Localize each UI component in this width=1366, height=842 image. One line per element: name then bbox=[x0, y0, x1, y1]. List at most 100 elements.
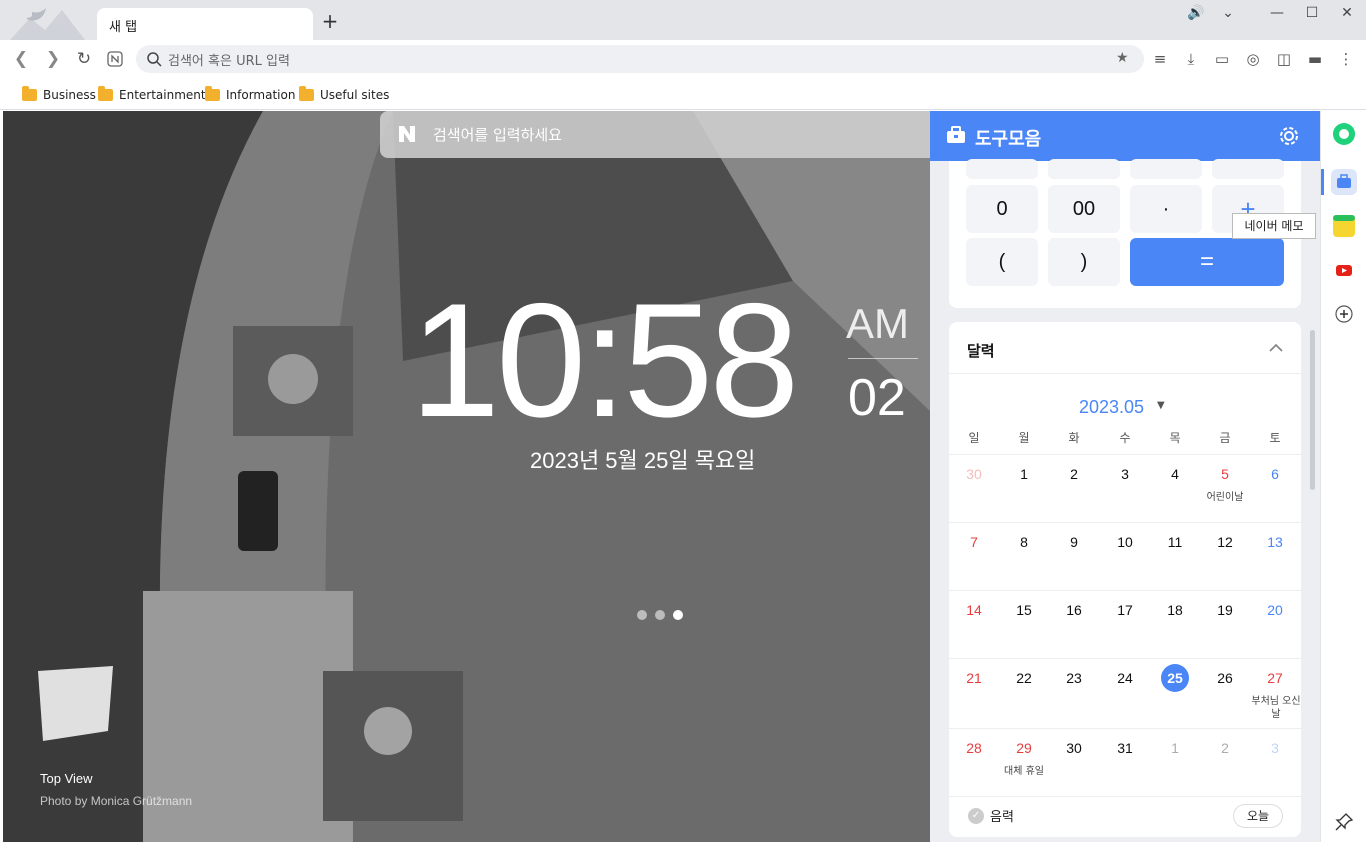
calendar-day[interactable]: 4 bbox=[1150, 466, 1200, 482]
calendar-day[interactable]: 1 bbox=[999, 466, 1049, 482]
calendar-day[interactable]: 12 bbox=[1200, 534, 1250, 550]
naver-home-icon[interactable] bbox=[104, 48, 126, 70]
calc-key[interactable] bbox=[1130, 159, 1202, 179]
back-icon[interactable]: ❮ bbox=[10, 48, 32, 70]
new-tab-button[interactable]: + bbox=[318, 10, 342, 34]
bookmark-folder[interactable]: Entertainment bbox=[98, 86, 206, 104]
calc-key-00[interactable]: 00 bbox=[1048, 185, 1120, 233]
video-icon[interactable]: ▭ bbox=[1213, 50, 1231, 68]
calc-key[interactable] bbox=[1212, 159, 1284, 179]
lunar-toggle[interactable]: ✓ 음력 bbox=[968, 806, 1014, 825]
calendar-day[interactable]: 24 bbox=[1100, 670, 1150, 686]
calendar-day[interactable]: 6 bbox=[1250, 466, 1300, 482]
sidebar-rail bbox=[1320, 111, 1366, 842]
calendar-day[interactable]: 13 bbox=[1250, 534, 1300, 550]
panel-scrollbar[interactable] bbox=[1310, 330, 1315, 490]
active-indicator bbox=[1321, 169, 1324, 195]
youtube-icon[interactable] bbox=[1331, 257, 1357, 283]
maximize-button[interactable]: ☐ bbox=[1298, 3, 1326, 23]
calendar-day[interactable]: 16 bbox=[1049, 602, 1099, 618]
bookmark-folder[interactable]: Information bbox=[205, 86, 295, 104]
bookmark-label: Entertainment bbox=[119, 88, 206, 102]
today-button[interactable]: 오늘 bbox=[1233, 804, 1283, 828]
calendar-day[interactable]: 3 bbox=[1100, 466, 1150, 482]
calendar-day[interactable]: 15 bbox=[999, 602, 1049, 618]
bookmark-star-icon[interactable]: ★ bbox=[1116, 50, 1134, 68]
calendar-day[interactable]: 17 bbox=[1100, 602, 1150, 618]
bookmark-folder[interactable]: Useful sites bbox=[299, 86, 389, 104]
address-bar[interactable]: 검색어 혹은 URL 입력 ★ bbox=[136, 45, 1144, 73]
calendar-day[interactable]: 27 bbox=[1250, 670, 1300, 686]
calendar-day[interactable]: 1 bbox=[1150, 740, 1200, 756]
calc-key-close-paren[interactable]: ) bbox=[1048, 238, 1120, 286]
calendar-day[interactable]: 31 bbox=[1100, 740, 1150, 756]
background-pager bbox=[637, 610, 683, 620]
pager-dot[interactable] bbox=[637, 610, 647, 620]
calendar-day[interactable]: 10 bbox=[1100, 534, 1150, 550]
photo-credit: Photo by Monica Grütžmann bbox=[40, 794, 193, 808]
toolbox-icon bbox=[947, 126, 965, 143]
capture-icon[interactable]: ◎ bbox=[1244, 50, 1262, 68]
bookmark-folder[interactable]: Business bbox=[22, 86, 96, 104]
divider bbox=[949, 658, 1301, 659]
reading-list-icon[interactable]: ≡ bbox=[1151, 50, 1169, 68]
calendar-day[interactable]: 22 bbox=[999, 670, 1049, 686]
memo-icon[interactable] bbox=[1331, 213, 1357, 239]
calendar-day[interactable]: 21 bbox=[949, 670, 999, 686]
tab-list-icon[interactable]: ⌄ bbox=[1214, 3, 1242, 23]
calendar-day[interactable]: 2 bbox=[1049, 466, 1099, 482]
calc-key-open-paren[interactable]: ( bbox=[966, 238, 1038, 286]
sidebar-toggle-icon[interactable]: ◫ bbox=[1275, 50, 1293, 68]
extension-icon[interactable]: ▬ bbox=[1306, 50, 1324, 68]
reload-icon[interactable]: ↻ bbox=[73, 48, 95, 70]
naver-search-box[interactable]: 검색어를 입력하세요 bbox=[380, 111, 940, 158]
download-icon[interactable]: ⤓ bbox=[1182, 50, 1200, 68]
calendar-day[interactable]: 8 bbox=[999, 534, 1049, 550]
more-menu-icon[interactable]: ⋮ bbox=[1337, 50, 1355, 68]
calendar-day[interactable]: 23 bbox=[1049, 670, 1099, 686]
calendar-month[interactable]: 2023.05 bbox=[1079, 397, 1144, 418]
pager-dot-active[interactable] bbox=[673, 610, 683, 620]
pin-icon[interactable] bbox=[1331, 809, 1357, 835]
calendar-day[interactable]: 20 bbox=[1250, 602, 1300, 618]
calendar-day[interactable]: 30 bbox=[949, 466, 999, 482]
close-button[interactable]: ✕ bbox=[1333, 3, 1361, 23]
calendar-day[interactable]: 3 bbox=[1250, 740, 1300, 756]
toolbox-sidebar-icon[interactable] bbox=[1331, 169, 1357, 195]
bookmark-label: Business bbox=[43, 88, 96, 102]
calendar-day[interactable]: 30 bbox=[1049, 740, 1099, 756]
calendar-day[interactable]: 28 bbox=[949, 740, 999, 756]
green-app-icon[interactable] bbox=[1331, 121, 1357, 147]
calendar-day[interactable]: 14 bbox=[949, 602, 999, 618]
browser-window: 새 탭 + 🔊 ⌄ — ☐ ✕ ❮ ❯ ↻ 검색어 혹은 URL 입력 ★ ≡ … bbox=[0, 0, 1366, 842]
add-icon[interactable] bbox=[1331, 301, 1357, 327]
calc-key-equals[interactable]: = bbox=[1130, 238, 1284, 286]
holiday-note: 어린이날 bbox=[1206, 492, 1244, 503]
clock-ampm: AM bbox=[846, 300, 909, 347]
minimize-button[interactable]: — bbox=[1263, 3, 1291, 23]
calendar-day[interactable]: 18 bbox=[1150, 602, 1200, 618]
calendar-day[interactable]: 11 bbox=[1150, 534, 1200, 550]
calc-key[interactable] bbox=[966, 159, 1038, 179]
tab-new-tab[interactable]: 새 탭 bbox=[97, 8, 313, 40]
weekday-label: 목 bbox=[1169, 431, 1181, 445]
pager-dot[interactable] bbox=[655, 610, 665, 620]
calendar-day[interactable]: 19 bbox=[1200, 602, 1250, 618]
calendar-day[interactable]: 9 bbox=[1049, 534, 1099, 550]
gear-icon[interactable] bbox=[1278, 125, 1300, 147]
caret-down-icon[interactable]: ▼ bbox=[1157, 400, 1165, 411]
calendar-day-today[interactable]: 25 bbox=[1150, 664, 1200, 692]
calendar-day[interactable]: 26 bbox=[1200, 670, 1250, 686]
chevron-up-icon[interactable] bbox=[1269, 342, 1283, 352]
calc-key-0[interactable]: 0 bbox=[966, 185, 1038, 233]
calendar-day[interactable]: 5 bbox=[1200, 466, 1250, 482]
calendar-day[interactable]: 2 bbox=[1200, 740, 1250, 756]
toolbar: ❮ ❯ ↻ 검색어 혹은 URL 입력 ★ ≡ ⤓ ▭ ◎ ◫ ▬ ⋮ bbox=[0, 40, 1366, 78]
calendar-day[interactable]: 7 bbox=[949, 534, 999, 550]
toolbox-header: 도구모음 bbox=[930, 111, 1320, 161]
calendar-day[interactable]: 29 bbox=[999, 740, 1049, 756]
calc-key[interactable] bbox=[1048, 159, 1120, 179]
calc-key-dot[interactable]: · bbox=[1130, 185, 1202, 233]
sound-icon[interactable]: 🔊 bbox=[1182, 3, 1210, 23]
forward-icon[interactable]: ❯ bbox=[42, 48, 64, 70]
